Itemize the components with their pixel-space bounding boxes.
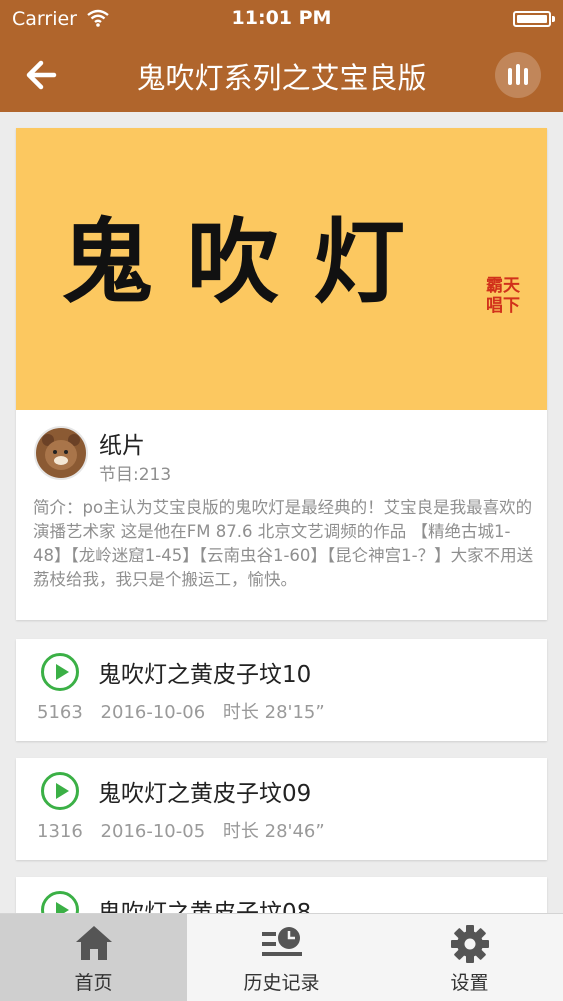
now-playing-button[interactable] [495, 52, 541, 98]
tab-label: 首页 [74, 972, 113, 994]
author-avatar[interactable] [34, 426, 88, 480]
track-item[interactable]: 鬼吹灯之黄皮子坟09 1316 2016-10-05 时长 28'46” [16, 758, 547, 860]
tab-bar: 首页 历史记录 设置 [0, 913, 563, 1001]
tab-label: 历史记录 [243, 972, 320, 994]
tab-history[interactable]: 历史记录 [188, 914, 375, 1001]
track-meta: 5163 2016-10-06 时长 28'15” [37, 698, 337, 724]
clock: 11:01 PM [231, 7, 332, 29]
gear-icon [450, 925, 489, 963]
track-item[interactable]: 鬼吹灯之黄皮子坟10 5163 2016-10-06 时长 28'15” [16, 639, 547, 741]
tab-home[interactable]: 首页 [0, 914, 187, 1001]
album-description: 简介：po主认为艾宝良版的鬼吹灯是最经典的！艾宝良是我最喜欢的演播艺术家 这是他… [33, 498, 534, 589]
track-duration: 时长 28'46” [222, 821, 325, 842]
track-date: 2016-10-05 [100, 821, 206, 842]
home-icon [75, 926, 112, 960]
play-count: 1316 [37, 821, 83, 842]
play-icon[interactable] [41, 653, 79, 691]
tab-label: 设置 [450, 972, 489, 994]
program-count: 节目:213 [99, 465, 172, 485]
album-cover: 鬼吹灯 霸天 唱下 [16, 128, 547, 410]
battery-icon [513, 11, 555, 27]
back-arrow-icon[interactable] [20, 52, 66, 98]
track-title: 鬼吹灯之黄皮子坟10 [98, 662, 312, 688]
cover-seal: 霸天 唱下 [486, 276, 520, 316]
track-meta: 1316 2016-10-05 时长 28'46” [37, 817, 337, 843]
author-name[interactable]: 纸片 [99, 426, 145, 460]
play-icon[interactable] [41, 772, 79, 810]
cover-title: 鬼吹灯 [61, 208, 440, 316]
status-bar: Carrier 11:01 PM [0, 0, 563, 38]
tab-settings[interactable]: 设置 [376, 914, 563, 1001]
history-icon [261, 927, 302, 956]
track-title: 鬼吹灯之黄皮子坟09 [98, 781, 312, 807]
track-date: 2016-10-06 [100, 702, 206, 723]
page-title: 鬼吹灯系列之艾宝良版 [136, 61, 427, 95]
play-count: 5163 [37, 702, 83, 723]
track-duration: 时长 28'15” [222, 702, 325, 723]
app-header: Carrier 11:01 PM 鬼吹灯系列之艾宝良版 [0, 0, 563, 112]
album-card: 鬼吹灯 霸天 唱下 纸片 节目:213 简介：po主认为艾宝良版的鬼吹灯是最经典的… [16, 128, 547, 620]
